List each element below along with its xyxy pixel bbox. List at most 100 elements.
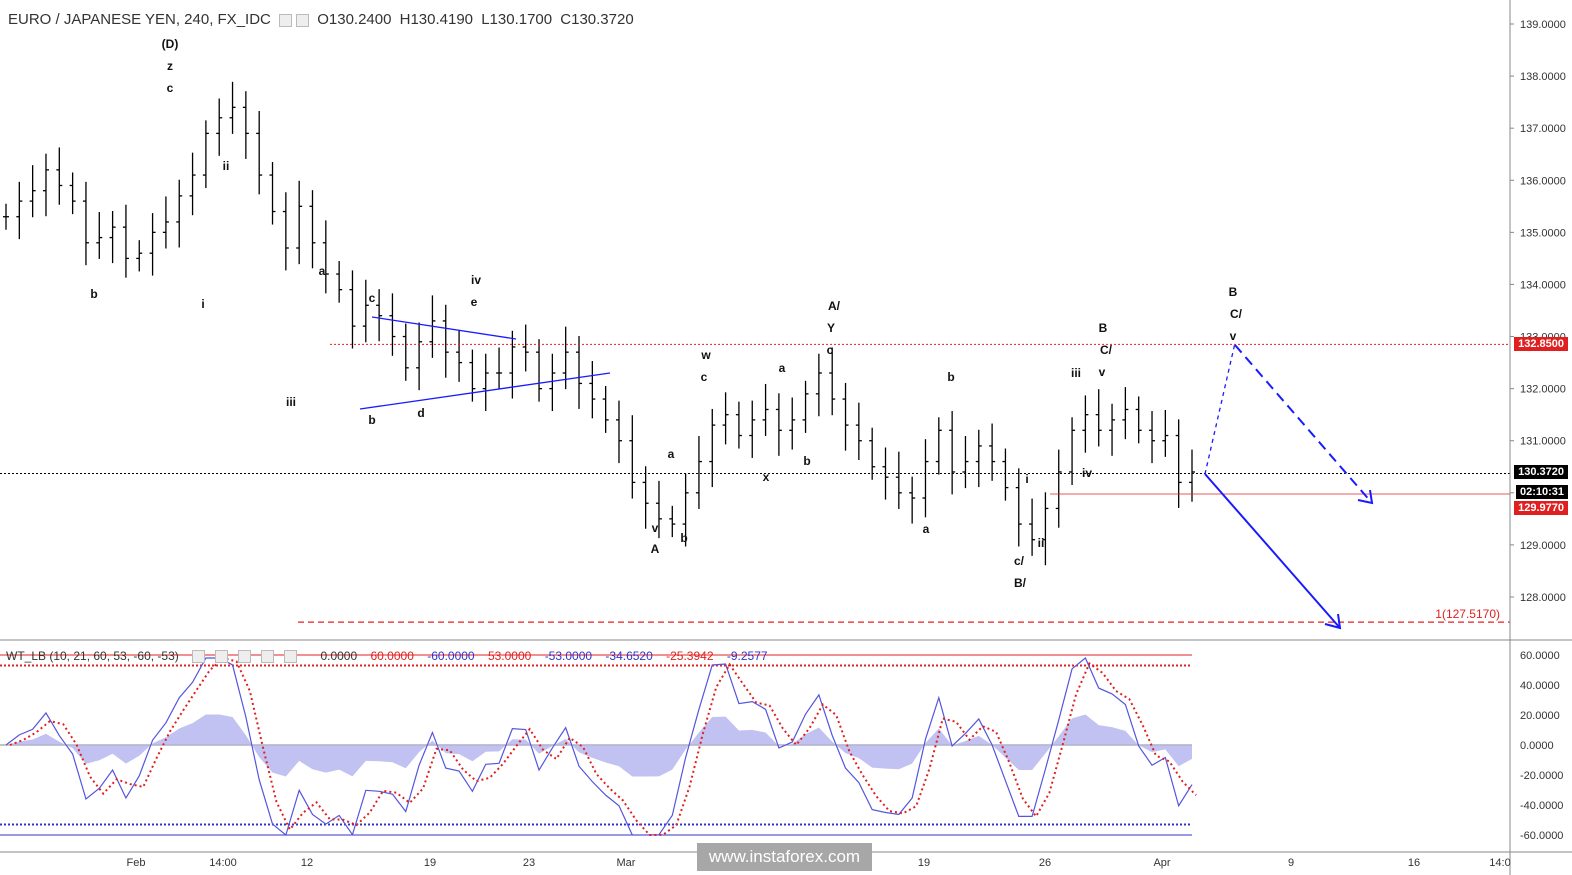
current-price-tag: 130.3720 <box>1514 465 1568 479</box>
ohlc-bar <box>669 505 676 538</box>
ohlc-bar <box>189 152 196 216</box>
wave-label: b <box>803 454 810 468</box>
x-tick-label: 26 <box>1039 857 1051 869</box>
ohlc-bar <box>122 204 129 278</box>
ohlc-bar <box>829 347 836 416</box>
osc-value: -34.6520 <box>605 649 653 663</box>
ohlc-bar <box>1055 449 1062 528</box>
osc-axis-label: 60.0000 <box>1520 650 1560 662</box>
resistance-tag: 132.8500 <box>1514 337 1568 351</box>
wave-label: i <box>1025 472 1028 486</box>
ohlc-bar <box>1069 417 1076 486</box>
osc-value: 60.0000 <box>370 649 414 663</box>
ohlc-bar <box>815 353 822 417</box>
close-value: C130.3720 <box>560 11 634 28</box>
projection-up <box>1204 342 1236 475</box>
ohlc-bar <box>775 393 782 456</box>
ohlc-bar <box>1042 492 1049 566</box>
x-tick-label: 23 <box>523 857 535 869</box>
osc-axis-label: 0.0000 <box>1520 740 1554 752</box>
wave-label: b <box>947 370 954 384</box>
wave-label: B <box>1099 321 1108 335</box>
ohlc-bar <box>1015 468 1022 547</box>
ohlc-bar <box>789 397 796 450</box>
ohlc-bar <box>975 429 982 488</box>
ohlc-bar <box>615 400 622 464</box>
wave-label: iii <box>286 395 296 409</box>
wave-label: iv <box>471 273 481 287</box>
ohlc-bar <box>589 361 596 419</box>
wave-label: A/ <box>828 299 841 313</box>
osc-axis-label: 20.0000 <box>1520 710 1560 722</box>
x-tick-label: 14:0 <box>1489 857 1510 869</box>
ohlc-bar <box>962 436 969 489</box>
ohlc-bar <box>216 98 223 156</box>
osc-histogram <box>6 714 1192 777</box>
wave-label: w <box>700 348 711 362</box>
ohlc-bar <box>1149 411 1156 464</box>
x-tick-label: 19 <box>918 857 930 869</box>
ohlc-bar <box>749 400 756 458</box>
y-tick-label: 132.0000 <box>1520 384 1566 396</box>
wave-label: Y <box>827 321 835 335</box>
ohlc-bar <box>695 436 702 509</box>
ohlc-bar <box>456 329 463 382</box>
oscillator-icons[interactable] <box>192 649 307 664</box>
wave-label: c <box>167 81 174 95</box>
wave-label: b <box>368 413 375 427</box>
wave-label: ii <box>1038 536 1045 550</box>
ohlc-bar <box>1002 448 1009 501</box>
x-tick-label: 9 <box>1288 857 1294 869</box>
ohlc-bar <box>1122 387 1129 440</box>
wave-label: z <box>167 59 173 73</box>
watermark: www.instaforex.com <box>697 843 872 871</box>
ohlc-bar <box>3 203 9 230</box>
ohlc-bar <box>416 322 423 391</box>
ohlc-bar <box>282 192 289 271</box>
ohlc-bar <box>229 81 236 134</box>
ohlc-bar <box>176 179 183 248</box>
wave-label: x <box>763 470 770 484</box>
wave-label: (D) <box>162 37 179 51</box>
ohlc-bar <box>162 196 169 249</box>
wave-label: C/ <box>1230 307 1243 321</box>
x-tick-label: 14:00 <box>209 857 237 869</box>
y-tick-label: 137.0000 <box>1520 123 1566 135</box>
wave-label: B <box>1229 285 1238 299</box>
x-tick-label: Apr <box>1153 857 1170 869</box>
wave-label: i <box>201 297 204 311</box>
wave-label: c/ <box>1014 554 1025 568</box>
x-tick-label: 19 <box>424 857 436 869</box>
x-tick-label: 16 <box>1408 857 1420 869</box>
ohlc-bar <box>202 120 209 189</box>
y-tick-label: 136.0000 <box>1520 175 1566 187</box>
ohlc-bar <box>29 165 36 218</box>
ohlc-bar <box>762 383 769 437</box>
osc-value: -53.0000 <box>544 649 593 663</box>
wave-label: B/ <box>1014 576 1027 590</box>
eye-icon[interactable] <box>296 13 310 27</box>
ohlc-bar <box>296 180 303 265</box>
osc-value: 53.0000 <box>487 649 532 663</box>
x-tick-label: 12 <box>301 857 313 869</box>
settings-icon[interactable] <box>279 13 293 27</box>
ohlc-bar <box>469 349 476 402</box>
ohlc-bar <box>895 451 902 509</box>
ohlc-bar <box>322 220 329 294</box>
projection-solid <box>1204 473 1341 629</box>
target-label: 1(127.5170) <box>1435 607 1500 621</box>
triangle-lower <box>359 372 611 410</box>
ohlc-bar <box>242 91 249 159</box>
osc-value: -25.3942 <box>666 649 714 663</box>
ohlc-bar <box>935 417 942 475</box>
ohlc-bar <box>96 212 103 259</box>
ohlc-bar <box>602 386 609 433</box>
ohlc-bar <box>842 382 849 451</box>
y-tick-label: 129.0000 <box>1520 540 1566 552</box>
ohlc-bar <box>256 110 263 195</box>
open-value: O130.2400 <box>317 11 392 28</box>
high-value: H130.4190 <box>399 11 474 28</box>
ohlc-bar <box>1095 389 1102 447</box>
ohlc-bar <box>869 427 876 480</box>
y-tick-label: 135.0000 <box>1520 227 1566 239</box>
